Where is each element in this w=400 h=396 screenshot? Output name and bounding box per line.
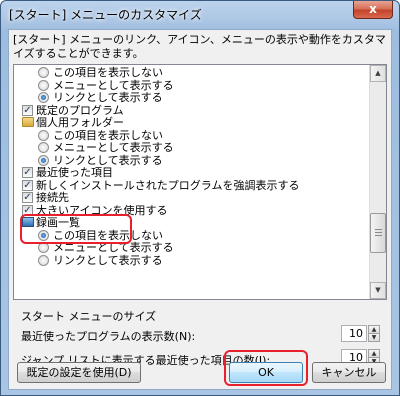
checkbox-option[interactable]: ✓ 既定のプログラム [14,104,370,117]
radio-option[interactable]: メニューとして表示する [14,141,370,154]
option-label: この項目を表示しない [53,66,163,79]
radio-option[interactable]: この項目を表示しない [14,66,370,79]
option-label: 既定のプログラム [36,103,124,117]
checkbox-icon[interactable]: ✓ [22,204,33,216]
scroll-up-button[interactable]: ▲ [370,65,386,82]
dialog-window: [スタート] メニューのカスタマイズ x [スタート] メニューのリンク、アイコ… [0,0,400,396]
radio-selected-icon[interactable] [38,229,49,241]
option-label: リンクとして表示する [53,153,163,167]
radio-unselected-icon[interactable] [38,242,49,253]
option-label: 最近使った項目 [36,166,113,179]
recent-programs-spinner: ▲ ▼ [368,325,380,342]
option-label: 個人用フォルダー [36,116,124,129]
option-label: 大きいアイコンを使用する [36,203,168,217]
checkbox-icon[interactable]: ✓ [22,104,33,116]
radio-option[interactable]: メニューとして表示する [14,79,370,92]
recent-programs-label: 最近使ったプログラムの表示数(N): [21,330,196,343]
radio-unselected-icon[interactable] [38,142,49,153]
scroll-grip-line [375,229,382,230]
radio-selected-icon[interactable] [38,154,49,166]
radio-selected-icon[interactable] [38,92,49,103]
option-label: メニューとして表示する [53,78,174,92]
option-label: この項目を表示しない [53,228,163,242]
option-label: リンクとして表示する [53,253,163,267]
scroll-grip-line [375,235,382,236]
title-bar[interactable]: [スタート] メニューのカスタマイズ x [1,1,399,27]
radio-option[interactable]: この項目を表示しない [14,229,370,242]
list-scrollbar[interactable]: ▲ ▼ [369,65,386,299]
radio-option[interactable]: メニューとして表示する [14,241,370,254]
scroll-down-button[interactable]: ▼ [370,282,386,299]
radio-unselected-icon[interactable] [38,67,49,78]
recent-programs-input[interactable]: 10 [341,325,367,342]
checkbox-option[interactable]: ✓ 最近使った項目 [14,166,370,179]
radio-option[interactable]: リンクとして表示する [14,254,370,267]
option-label: 接続先 [36,191,69,204]
checkbox-option[interactable]: ✓ 新しくインストールされたプログラムを強調表示する [14,179,370,192]
checkbox-icon[interactable]: ✓ [22,192,33,203]
scroll-grip-line [375,232,382,233]
folder-icon [22,117,34,127]
spin-down-button[interactable]: ▼ [368,333,380,342]
radio-unselected-icon[interactable] [38,129,49,141]
radio-option[interactable]: リンクとして表示する [14,91,370,104]
options-list: この項目を表示しない メニューとして表示する リンクとして表示する ✓ 既定のプログラム… [13,64,387,300]
monitor-icon [22,217,34,227]
option-label: メニューとして表示する [53,141,174,154]
checkbox-icon[interactable]: ✓ [22,167,33,178]
use-defaults-button[interactable]: 既定の設定を使用(D) [17,362,141,383]
option-label: 新しくインストールされたプログラムを強調表示する [36,178,300,192]
recorded-tv-group-header: 録画一覧 [14,216,370,229]
checkbox-icon[interactable]: ✓ [22,179,33,191]
option-label: この項目を表示しない [53,128,163,142]
option-label: メニューとして表示する [53,241,174,254]
radio-option[interactable]: リンクとして表示する [14,154,370,167]
close-button[interactable]: x [353,1,393,19]
folder-group-header: 個人用フォルダー [14,116,370,129]
radio-unselected-icon[interactable] [38,79,49,91]
checkbox-option[interactable]: ✓ 接続先 [14,191,370,204]
ok-button[interactable]: OK [229,362,303,383]
size-group-title: スタート メニューのサイズ [21,310,157,323]
options-list-items: この項目を表示しない メニューとして表示する リンクとして表示する ✓ 既定のプログラム… [14,65,370,299]
description-text: [スタート] メニューのリンク、アイコン、メニューの表示や動作をカスタマイズする… [13,33,386,60]
option-label: 録画一覧 [36,216,80,229]
checkbox-option[interactable]: ✓ 大きいアイコンを使用する [14,204,370,217]
option-label: リンクとして表示する [53,91,163,104]
dialog-client-area: [スタート] メニューのリンク、アイコン、メニューの表示や動作をカスタマイズする… [8,29,392,390]
radio-unselected-icon[interactable] [38,254,49,266]
radio-option[interactable]: この項目を表示しない [14,129,370,142]
scroll-thumb[interactable] [370,213,386,253]
cancel-button[interactable]: キャンセル [312,362,386,383]
window-title: [スタート] メニューのカスタマイズ [9,8,202,22]
